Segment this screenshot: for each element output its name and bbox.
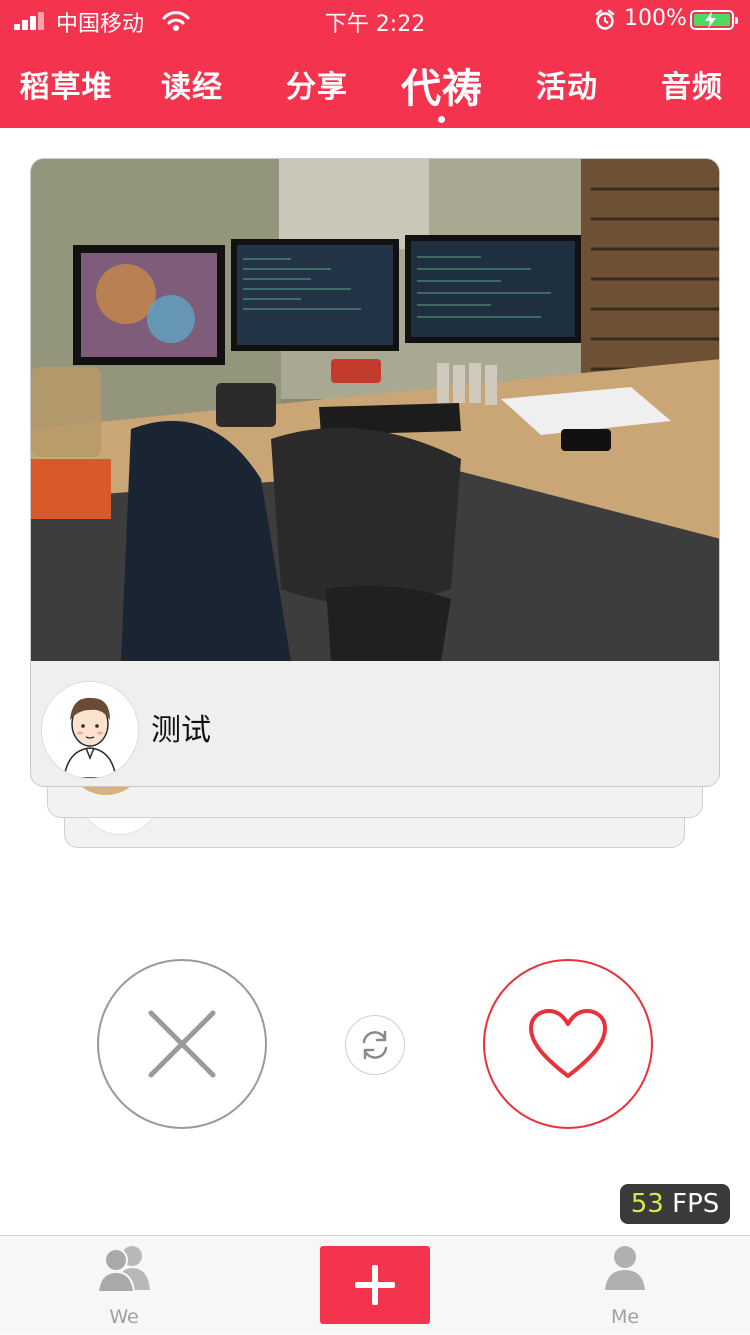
bottom-tab-bar: We Me [0,1235,750,1334]
refresh-button[interactable] [345,1015,405,1075]
card-author-name: 测试 [151,713,211,748]
heart-icon [529,1009,607,1078]
active-tab-indicator [438,116,445,123]
card-footer: 测试 [31,661,719,786]
card-photo [31,159,719,661]
fps-unit: FPS [672,1189,720,1219]
fps-counter: 53 FPS [620,1184,730,1224]
tab-me-label: Me [610,1306,640,1328]
tab-me[interactable]: Me [565,1236,685,1335]
app-header: 中国移动 下午 2:22 100% 稻草堆 读经 分享 代祷 活动 音频 [0,0,750,128]
like-button[interactable] [483,959,653,1129]
battery-icon [690,10,738,30]
tab-yinpin[interactable]: 音频 [630,62,750,106]
close-icon [148,1010,216,1078]
battery-percent: 100% [624,6,687,31]
prayer-card[interactable]: 测试 [30,158,720,787]
tab-huodong[interactable]: 活动 [505,62,629,106]
cartoon-avatar-icon [42,682,138,778]
group-users-icon [96,1246,150,1292]
alarm-icon [595,9,615,30]
tab-we[interactable]: We [64,1236,184,1335]
status-bar: 中国移动 下午 2:22 100% [0,0,750,40]
tab-daocaodui[interactable]: 稻草堆 [4,62,128,106]
tab-fenxiang[interactable]: 分享 [255,62,379,106]
tab-we-label: We [109,1306,139,1328]
tab-dujing[interactable]: 读经 [130,62,254,106]
tab-daidao[interactable]: 代祷 [380,56,504,114]
refresh-icon [362,1030,388,1060]
user-icon [605,1246,645,1290]
dislike-button[interactable] [97,959,267,1129]
top-tabs: 稻草堆 读经 分享 代祷 活动 音频 [0,52,750,122]
fps-value: 53 [630,1189,664,1219]
add-button[interactable] [320,1246,430,1324]
avatar[interactable] [41,681,139,779]
